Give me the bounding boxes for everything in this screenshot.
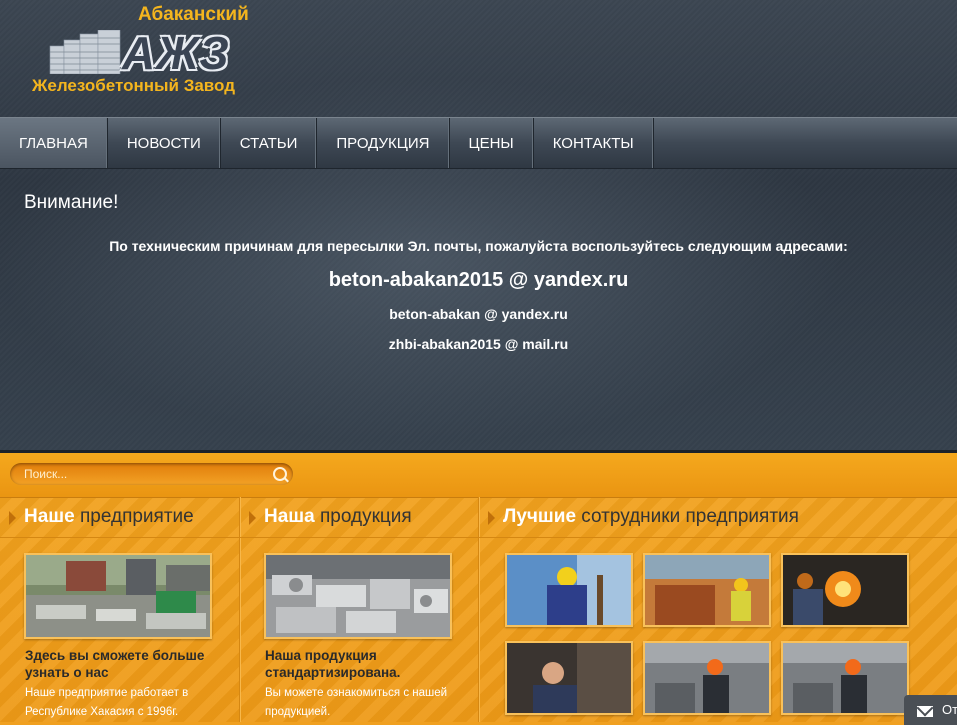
nav-item-news[interactable]: НОВОСТИ xyxy=(108,118,221,168)
search-input[interactable] xyxy=(24,466,264,482)
worker-photo-1[interactable] xyxy=(505,553,633,627)
arrow-right-icon xyxy=(249,511,256,525)
nav-item-articles[interactable]: СТАТЬИ xyxy=(221,118,318,168)
enterprise-desc: Наше предприятие работает в Республике Х… xyxy=(25,687,189,718)
logo-subtitle: Железобетонный Завод xyxy=(32,76,235,95)
enterprise-photo[interactable] xyxy=(24,553,212,639)
column-products-title[interactable]: Наша продукция xyxy=(240,497,478,538)
logo-city: Абаканский xyxy=(138,4,249,25)
column-products: Наша продукция Наша продукция стандартиз… xyxy=(240,497,479,722)
column-workers-title[interactable]: Лучшие сотрудники предприятия xyxy=(479,497,957,538)
column-enterprise-title[interactable]: Наше предприятие xyxy=(0,497,239,538)
mail-icon xyxy=(917,706,933,717)
main-nav: ГЛАВНАЯ НОВОСТИ СТАТЬИ ПРОДУКЦИЯ ЦЕНЫ КО… xyxy=(0,117,957,169)
search-box xyxy=(10,463,293,485)
arrow-right-icon xyxy=(488,511,495,525)
column-enterprise: Наше предприятие Здесь вы сможете больше… xyxy=(0,497,240,722)
search-icon[interactable] xyxy=(273,467,287,481)
logo-mark: АЖЗ xyxy=(122,27,230,79)
nav-item-prices[interactable]: ЦЕНЫ xyxy=(450,118,534,168)
buildings-icon xyxy=(49,30,121,74)
notice-email-2: beton-abakan @ yandex.ru xyxy=(389,306,568,322)
products-desc: Вы можете ознакомиться с нашей продукцие… xyxy=(265,687,448,718)
nav-item-contacts[interactable]: КОНТАКТЫ xyxy=(534,118,654,168)
feedback-label: От xyxy=(942,702,957,717)
arrow-right-icon xyxy=(9,511,16,525)
company-logo[interactable]: Абаканский АЖЗ Железобетонный Завод xyxy=(32,2,264,98)
notice-heading: Внимание! xyxy=(24,192,119,213)
products-caption[interactable]: Наша продукция стандартизирована. xyxy=(265,647,465,681)
column-workers: Лучшие сотрудники предприятия xyxy=(479,497,957,722)
products-photo[interactable] xyxy=(264,553,452,639)
content-area: Наше предприятие Здесь вы сможете больше… xyxy=(0,453,957,722)
nav-item-products[interactable]: ПРОДУКЦИЯ xyxy=(317,118,450,168)
feedback-tab[interactable]: От xyxy=(904,695,957,725)
notice-email-3: zhbi-abakan2015 @ mail.ru xyxy=(388,336,569,352)
worker-photo-2[interactable] xyxy=(643,553,771,627)
enterprise-caption[interactable]: Здесь вы сможете больше узнать о нас xyxy=(25,647,225,681)
worker-photo-6[interactable] xyxy=(781,641,909,715)
notice-email-main: beton-abakan2015 @ yandex.ru xyxy=(328,269,629,291)
worker-photo-5[interactable] xyxy=(643,641,771,715)
search-bar xyxy=(0,453,957,498)
nav-item-home[interactable]: ГЛАВНАЯ xyxy=(0,118,108,168)
notice-text: По техническим причинам для пересылки Эл… xyxy=(109,238,848,254)
worker-photo-4[interactable] xyxy=(505,641,633,715)
header-area: Абаканский АЖЗ Железобетонный Завод ГЛАВ… xyxy=(0,0,957,453)
worker-photo-3[interactable] xyxy=(781,553,909,627)
